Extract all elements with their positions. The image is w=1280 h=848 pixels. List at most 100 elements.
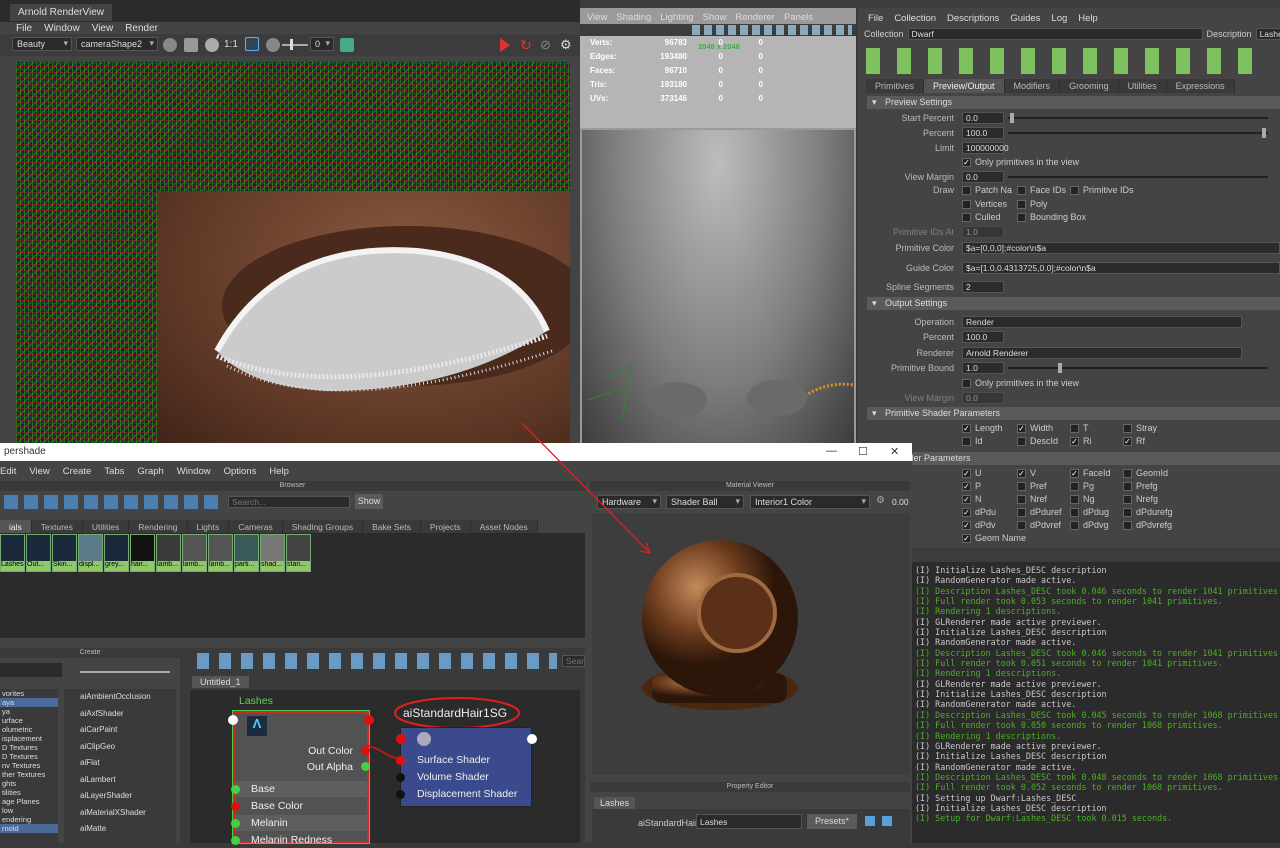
dpdvrefg-checkbox[interactable] bbox=[1123, 520, 1132, 530]
ri-checkbox[interactable]: ✓ bbox=[1070, 436, 1079, 446]
xgen-menu-log[interactable]: Log bbox=[1051, 13, 1067, 24]
create-category-item[interactable]: low bbox=[0, 806, 58, 815]
stray-checkbox[interactable] bbox=[1123, 423, 1132, 433]
tab-utilities[interactable]: Utilities bbox=[1118, 79, 1167, 93]
tab-shading-groups[interactable]: Shading Groups bbox=[282, 520, 364, 534]
prefg-checkbox[interactable] bbox=[1123, 481, 1132, 491]
tab-grooming[interactable]: Grooming bbox=[1060, 79, 1119, 93]
hs-menu-window[interactable]: Window bbox=[177, 466, 211, 477]
create-category-item[interactable]: age Planes bbox=[0, 797, 58, 806]
show-button[interactable]: Show bbox=[355, 494, 383, 509]
start-percent-slider[interactable] bbox=[1008, 113, 1268, 123]
view-margin-slider[interactable] bbox=[1008, 176, 1268, 178]
exposure-field[interactable]: 0 bbox=[310, 37, 334, 51]
tab-lights[interactable]: Lights bbox=[187, 520, 230, 534]
tab-primitives[interactable]: Primitives bbox=[866, 79, 925, 93]
exposure-slider-handle[interactable] bbox=[290, 39, 293, 50]
material-swatch[interactable]: displ... bbox=[78, 534, 103, 572]
dpdv-checkbox[interactable]: ✓ bbox=[962, 520, 971, 530]
close-icon[interactable]: ✕ bbox=[890, 445, 899, 458]
minimize-icon[interactable]: — bbox=[826, 445, 837, 457]
lashes-node[interactable]: Λ Out Color Out Alpha Base Base Color Me… bbox=[228, 711, 374, 846]
menu-view[interactable]: View bbox=[92, 23, 114, 34]
guide-color-field[interactable]: $a=[1.0,0.4313725,0.0];#color\n$a bbox=[962, 262, 1280, 274]
v-checkbox[interactable]: ✓ bbox=[1017, 468, 1026, 478]
create-category-item[interactable]: D Textures bbox=[0, 743, 58, 752]
limit-field[interactable]: 100000000 bbox=[962, 142, 1009, 154]
width-checkbox[interactable]: ✓ bbox=[1017, 423, 1026, 433]
vp-menu-view[interactable]: View bbox=[587, 12, 607, 23]
u-checkbox[interactable]: ✓ bbox=[962, 468, 971, 478]
pref-checkbox[interactable] bbox=[1017, 481, 1026, 491]
create-category-item[interactable]: ya bbox=[0, 707, 58, 716]
p-checkbox[interactable]: ✓ bbox=[962, 481, 971, 491]
create-category-item[interactable]: ghts bbox=[0, 779, 58, 788]
material-swatch[interactable]: lamb... bbox=[182, 534, 207, 572]
create-category-item[interactable]: vorites bbox=[0, 689, 58, 698]
create-category-item[interactable]: D Textures bbox=[0, 752, 58, 761]
dpdug-checkbox[interactable] bbox=[1070, 507, 1079, 517]
camera-select[interactable]: cameraShape2 bbox=[76, 37, 158, 51]
base-dot[interactable] bbox=[231, 785, 240, 794]
out-color-port[interactable]: Out Color bbox=[235, 743, 367, 759]
create-category-item[interactable]: olumetric bbox=[0, 725, 58, 734]
create-filter-input[interactable] bbox=[0, 663, 62, 677]
create-node-item[interactable]: aiClipGeo bbox=[64, 739, 176, 756]
view-margin-field[interactable]: 0.0 bbox=[962, 171, 1004, 183]
color-picker-icon[interactable] bbox=[205, 38, 219, 52]
shader-params-header[interactable]: e Shader Parameters bbox=[867, 452, 1280, 465]
material-swatch[interactable]: lamb... bbox=[156, 534, 181, 572]
presets-button[interactable]: Presets* bbox=[807, 814, 857, 829]
out-percent-field[interactable]: 100.0 bbox=[962, 331, 1004, 343]
hs-menu-edit[interactable]: Edit bbox=[0, 466, 16, 477]
material-swatch[interactable]: lamb... bbox=[208, 534, 233, 572]
percent-slider[interactable] bbox=[1008, 128, 1268, 138]
tab-projects[interactable]: Projects bbox=[420, 520, 471, 534]
xgen-shelf-icons[interactable] bbox=[866, 48, 1266, 74]
sg-output-port[interactable] bbox=[527, 734, 537, 744]
description-select[interactable]: Lashes_DE bbox=[1255, 28, 1280, 40]
dpduref-checkbox[interactable] bbox=[1017, 507, 1026, 517]
pe-name-field[interactable]: Lashes bbox=[696, 814, 802, 829]
hs-menu-options[interactable]: Options bbox=[224, 466, 257, 477]
dpdurefg-checkbox[interactable] bbox=[1123, 507, 1132, 517]
browser-search-input[interactable]: Search... bbox=[228, 496, 350, 508]
node-input-port[interactable] bbox=[228, 715, 238, 725]
prim-bound-field[interactable]: 1.0 bbox=[962, 362, 1004, 374]
collection-select[interactable]: Dwarf bbox=[907, 28, 1203, 40]
hs-menu-view[interactable]: View bbox=[29, 466, 49, 477]
region-icon[interactable] bbox=[245, 37, 259, 51]
out-alpha-port[interactable]: Out Alpha bbox=[235, 759, 367, 775]
pe-tab-lashes[interactable]: Lashes bbox=[594, 797, 636, 809]
tab-bake-sets[interactable]: Bake Sets bbox=[363, 520, 421, 534]
melanin-redness-dot[interactable] bbox=[231, 836, 240, 845]
menu-render[interactable]: Render bbox=[125, 23, 158, 34]
create-node-item[interactable]: aiMatte bbox=[64, 821, 176, 838]
bounding-box-checkbox[interactable] bbox=[1017, 212, 1026, 222]
create-node-item[interactable]: aiAmbientOcclusion bbox=[64, 689, 176, 706]
xgen-menu-collection[interactable]: Collection bbox=[894, 13, 936, 24]
geomid-checkbox[interactable] bbox=[1123, 468, 1132, 478]
base-color-dot[interactable] bbox=[231, 802, 240, 811]
settings-icon[interactable] bbox=[163, 38, 177, 52]
prim-ids-at-field[interactable]: 1.0 bbox=[962, 226, 1004, 238]
only-visible-checkbox[interactable]: ✓ bbox=[962, 157, 971, 167]
create-node-item[interactable]: aiAxfShader bbox=[64, 706, 176, 723]
dpdu-checkbox[interactable]: ✓ bbox=[962, 507, 971, 517]
ng-checkbox[interactable] bbox=[1070, 494, 1079, 504]
patch-na-checkbox[interactable] bbox=[962, 185, 971, 195]
start-percent-field[interactable]: 0.0 bbox=[962, 112, 1004, 124]
create-category-item[interactable]: ther Textures bbox=[0, 770, 58, 779]
create-category-item[interactable]: endering bbox=[0, 815, 58, 824]
vp-menu-shading[interactable]: Shading bbox=[616, 12, 651, 23]
stop-icon[interactable]: ⊘ bbox=[540, 37, 551, 53]
rf-checkbox[interactable]: ✓ bbox=[1123, 436, 1132, 446]
tab-rendering[interactable]: Rendering bbox=[129, 520, 188, 534]
dpdvg-checkbox[interactable] bbox=[1070, 520, 1079, 530]
material-swatch[interactable]: hair... bbox=[130, 534, 155, 572]
material-swatch[interactable]: Lashes bbox=[0, 534, 25, 572]
mv-exposure-value[interactable]: 0.00 bbox=[892, 497, 909, 507]
create-node-item[interactable]: aiLambert bbox=[64, 772, 176, 789]
dwarf-face-mesh[interactable] bbox=[582, 130, 855, 445]
maximize-icon[interactable]: ☐ bbox=[858, 445, 868, 458]
